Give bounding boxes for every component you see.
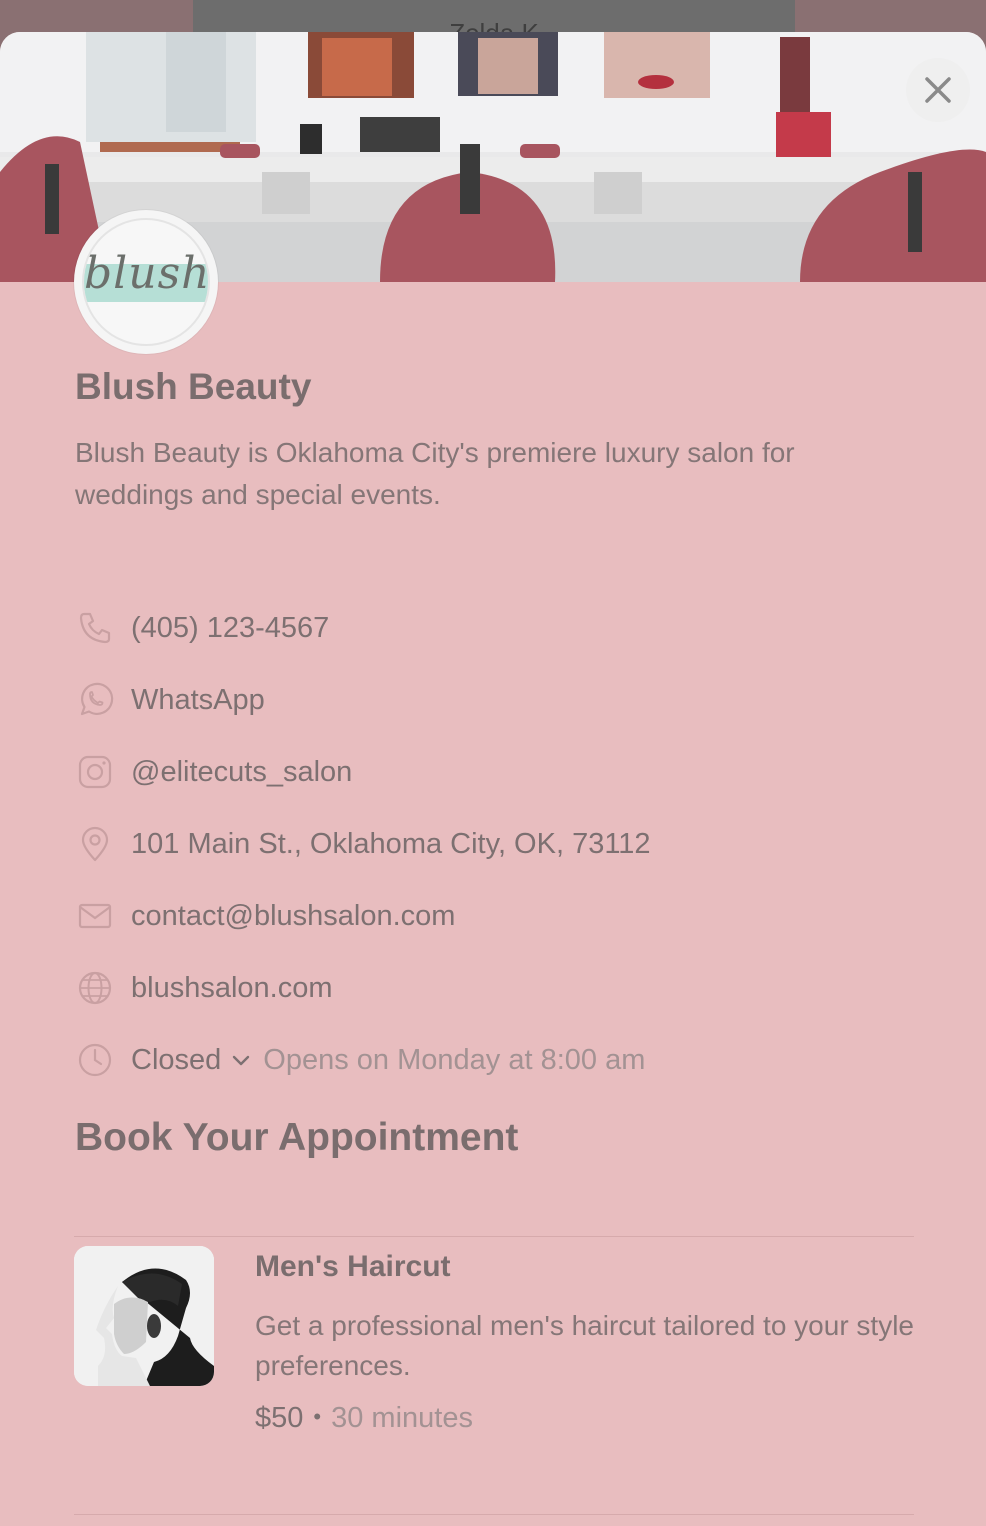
clock-icon — [75, 1040, 115, 1080]
meta-separator: • — [313, 1404, 322, 1429]
location-pin-icon — [75, 824, 115, 864]
website-url: blushsalon.com — [131, 971, 333, 1004]
close-icon — [925, 77, 951, 103]
whatsapp-label: WhatsApp — [131, 683, 265, 716]
business-description: Blush Beauty is Oklahoma City's premiere… — [75, 437, 795, 510]
instagram-row[interactable]: @elitecuts_salon — [75, 752, 352, 792]
phone-icon — [75, 608, 115, 648]
address-row[interactable]: 101 Main St., Oklahoma City, OK, 73112 — [75, 824, 651, 864]
whatsapp-icon — [75, 680, 115, 720]
service-divider — [74, 1514, 914, 1515]
phone-row[interactable]: (405) 123-4567 — [75, 608, 329, 648]
logo-badge: blush. — [82, 218, 210, 346]
section-divider — [74, 1236, 914, 1237]
service-meta: $50 • 30 minutes — [255, 1402, 473, 1435]
service-image[interactable] — [74, 1246, 214, 1386]
mail-icon — [75, 896, 115, 936]
next-open-text: Opens on Monday at 8:00 am — [263, 1043, 646, 1076]
chevron-down-icon[interactable] — [231, 1050, 251, 1070]
hours-row[interactable]: Closed Opens on Monday at 8:00 am — [75, 1040, 645, 1080]
logo-text: blush. — [84, 248, 210, 299]
booking-section-title: Book Your Appointment — [75, 1116, 519, 1159]
service-description: Get a professional men's haircut tailore… — [255, 1310, 914, 1381]
business-logo: blush. — [74, 210, 218, 354]
service-duration: 30 minutes — [331, 1402, 473, 1434]
globe-icon — [75, 968, 115, 1008]
whatsapp-row[interactable]: WhatsApp — [75, 680, 265, 720]
address-text: 101 Main St., Oklahoma City, OK, 73112 — [131, 827, 651, 860]
hours-status: Closed — [131, 1043, 222, 1076]
service-price: $50 — [255, 1402, 304, 1434]
phone-number: (405) 123-4567 — [131, 611, 330, 644]
instagram-icon — [75, 752, 115, 792]
business-name: Blush Beauty — [75, 366, 312, 407]
email-row[interactable]: contact@blushsalon.com — [75, 896, 455, 936]
email-address: contact@blushsalon.com — [131, 899, 456, 932]
close-button[interactable] — [906, 58, 970, 122]
instagram-handle: @elitecuts_salon — [131, 755, 353, 788]
website-row[interactable]: blushsalon.com — [75, 968, 333, 1008]
service-name[interactable]: Men's Haircut — [255, 1250, 451, 1284]
